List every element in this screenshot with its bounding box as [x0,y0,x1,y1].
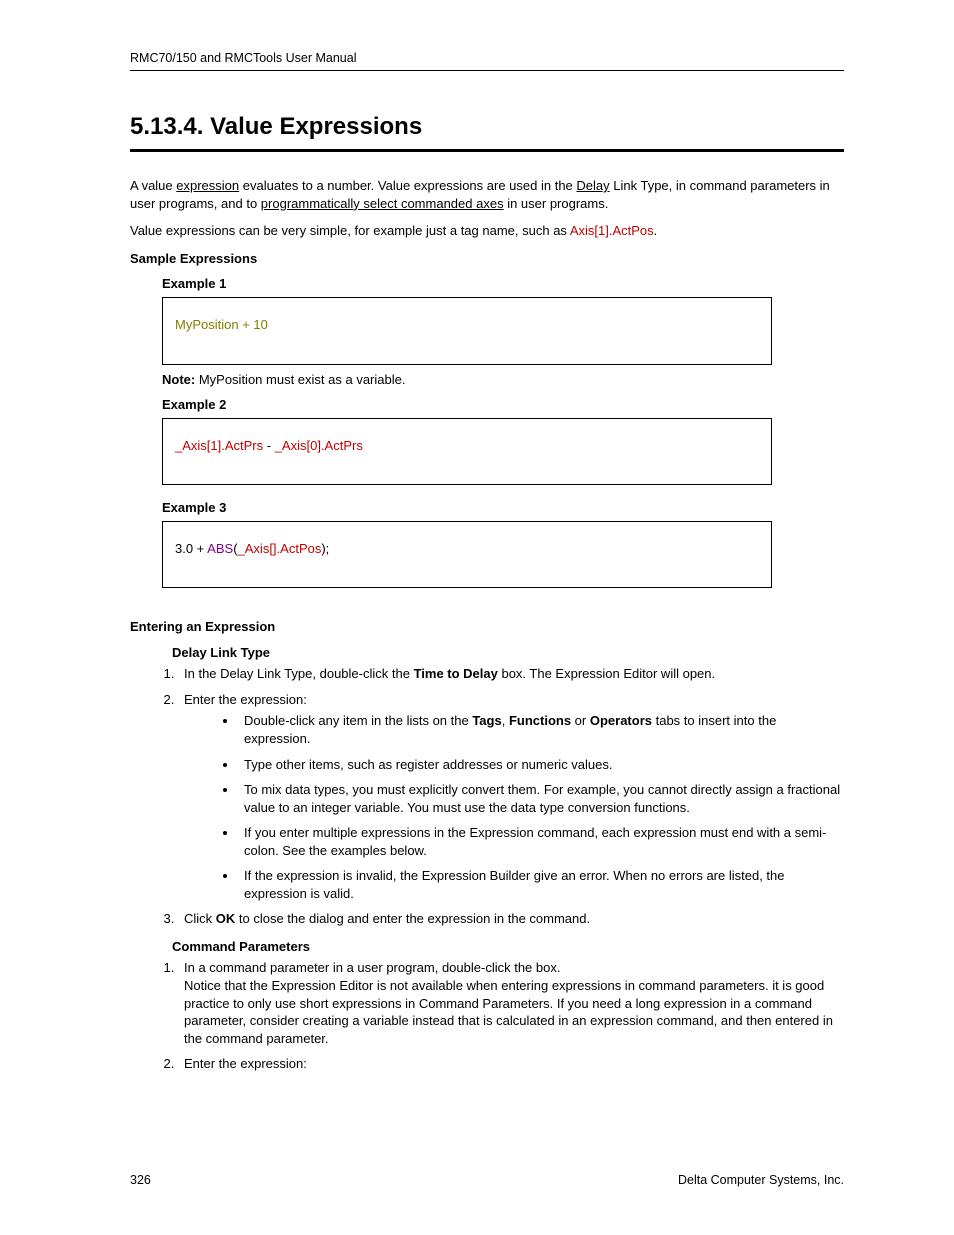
text: . [654,223,658,238]
ui-label: OK [216,911,236,926]
ui-label: Operators [590,713,652,728]
example-1-label: Example 1 [162,275,844,293]
header-rule [130,70,844,71]
link-expression[interactable]: expression [176,178,239,193]
text: Double-click any item in the lists on th… [244,713,472,728]
text: evaluates to a number. Value expressions… [239,178,576,193]
code-text: 3.0 + [175,541,207,556]
code-text: _Axis[1].ActPrs [175,438,263,453]
text: In a command parameter in a user program… [184,960,560,975]
list-item: Enter the expression: Double-click any i… [178,691,844,902]
note-text: MyPosition must exist as a variable. [195,372,405,387]
intro-paragraph-1: A value expression evaluates to a number… [130,177,844,212]
command-parameters-list: In a command parameter in a user program… [178,959,844,1072]
title-rule [130,149,844,152]
code-text: _Axis[0].ActPrs [275,438,363,453]
section-title: 5.13.4. Value Expressions [130,111,844,143]
note-label: Note: [162,372,195,387]
text: to close the dialog and enter the expres… [235,911,590,926]
list-item: In the Delay Link Type, double-click the… [178,665,844,683]
enter-expression-bullets: Double-click any item in the lists on th… [238,712,844,902]
text: Enter the expression: [184,692,307,707]
list-item: If you enter multiple expressions in the… [238,824,844,859]
sample-expressions-heading: Sample Expressions [130,250,844,268]
example-3-label: Example 3 [162,499,844,517]
code-tag: _Axis[].ActPos [238,541,322,556]
text: Click [184,911,216,926]
example-3-codebox: 3.0 + ABS(_Axis[].ActPos); [162,521,772,589]
ui-label: Time to Delay [414,666,498,681]
link-prog-select-axes[interactable]: programmatically select commanded axes [261,196,504,211]
text: A value [130,178,176,193]
example-2-label: Example 2 [162,396,844,414]
list-item: Type other items, such as register addre… [238,756,844,774]
command-parameters-heading: Command Parameters [172,938,844,956]
list-item: Click OK to close the dialog and enter t… [178,910,844,928]
intro-paragraph-2: Value expressions can be very simple, fo… [130,222,844,240]
text: In the Delay Link Type, double-click the [184,666,414,681]
delay-steps-list: In the Delay Link Type, double-click the… [178,665,844,928]
page-number: 326 [130,1172,151,1189]
text: or [571,713,590,728]
text: box. The Expression Editor will open. [498,666,715,681]
text: , [502,713,509,728]
list-item: To mix data types, you must explicitly c… [238,781,844,816]
running-header: RMC70/150 and RMCTools User Manual [130,50,844,67]
example-1-codebox: MyPosition + 10 [162,297,772,365]
text: Value expressions can be very simple, fo… [130,223,570,238]
list-item: If the expression is invalid, the Expres… [238,867,844,902]
example-2-codebox: _Axis[1].ActPrs - _Axis[0].ActPrs [162,418,772,486]
list-item: Enter the expression: [178,1055,844,1073]
ui-label: Tags [472,713,501,728]
code-func: ABS [207,541,233,556]
page-footer: 326 Delta Computer Systems, Inc. [130,1172,844,1189]
delay-link-type-heading: Delay Link Type [172,644,844,662]
document-page: RMC70/150 and RMCTools User Manual 5.13.… [0,0,954,1235]
text: in user programs. [504,196,609,211]
list-item: Double-click any item in the lists on th… [238,712,844,747]
list-item: In a command parameter in a user program… [178,959,844,1047]
code-tag: Axis[1].ActPos [570,223,654,238]
text: Notice that the Expression Editor is not… [184,978,833,1046]
entering-expression-heading: Entering an Expression [130,618,844,636]
link-delay[interactable]: Delay [576,178,609,193]
code-text: MyPosition + 10 [175,317,268,332]
ui-label: Functions [509,713,571,728]
code-text: - [263,438,275,453]
example-1-note: Note: MyPosition must exist as a variabl… [162,371,844,389]
code-text: ); [321,541,329,556]
footer-company: Delta Computer Systems, Inc. [678,1172,844,1189]
